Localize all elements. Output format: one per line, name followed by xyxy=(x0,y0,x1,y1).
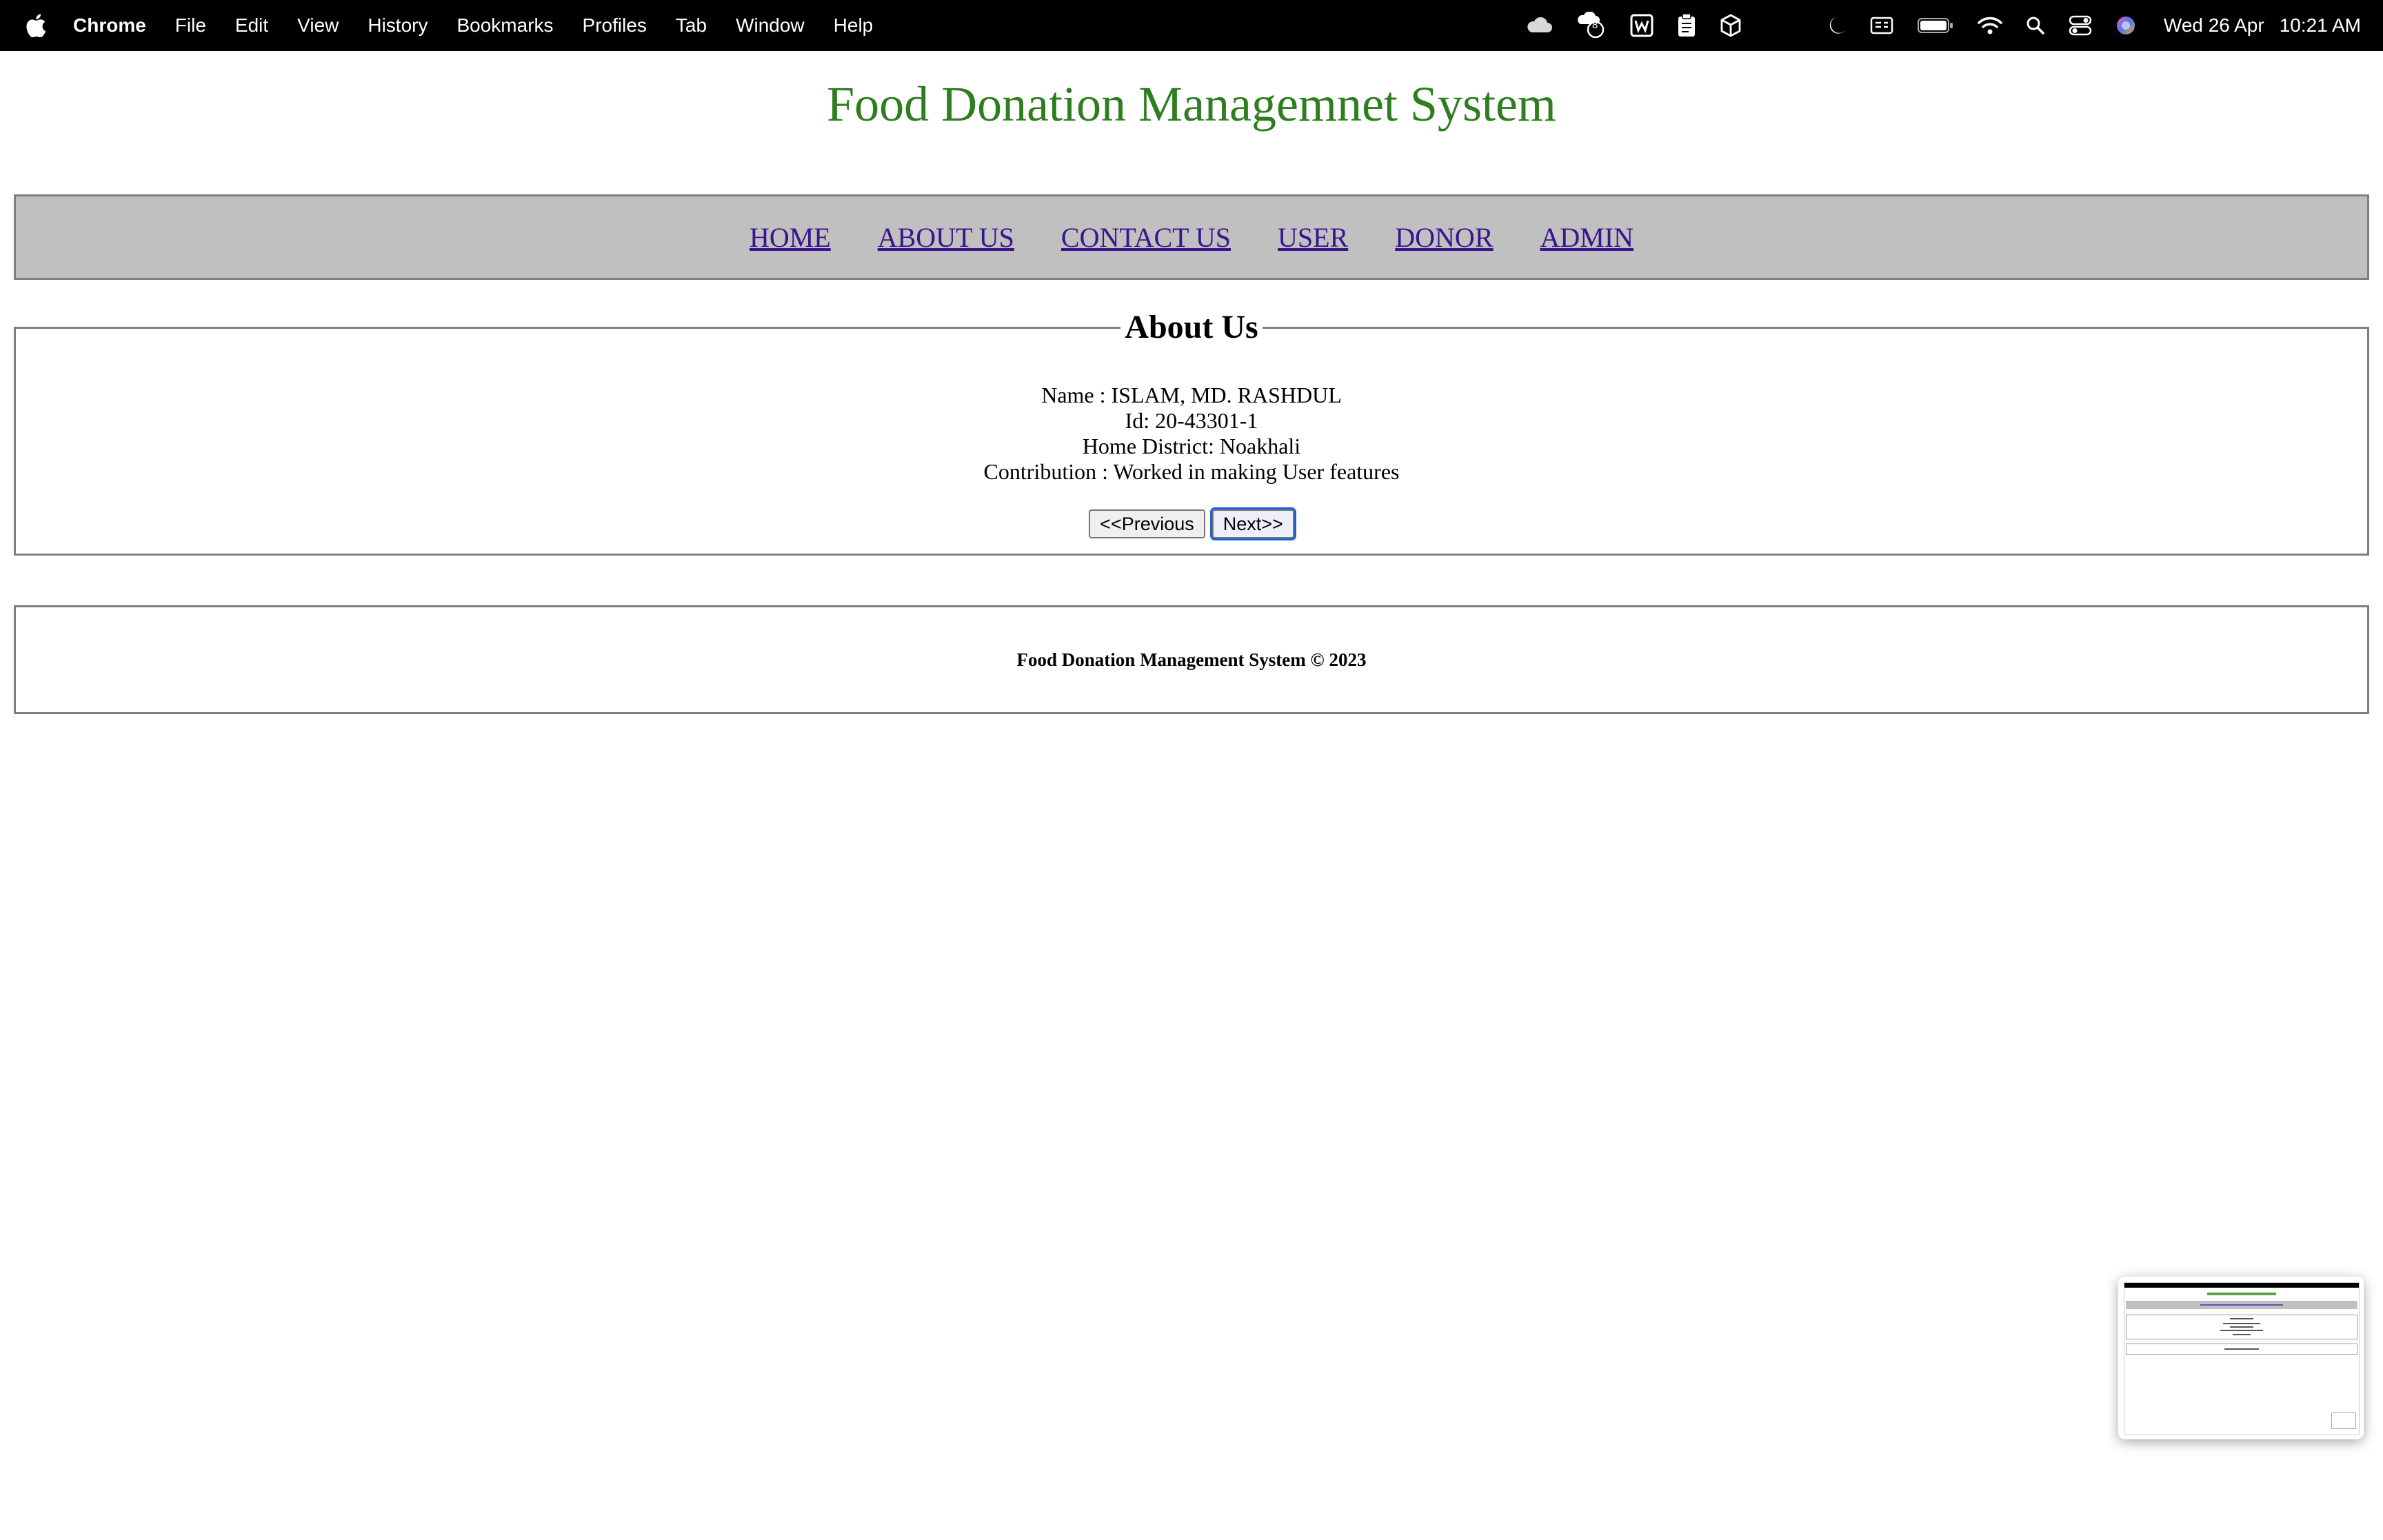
main-nav-bar: HOME ABOUT US CONTACT US USER DONOR ADMI… xyxy=(14,194,2369,280)
moon-icon[interactable] xyxy=(1827,0,1847,51)
thumbnail-image xyxy=(2124,1282,2360,1435)
display-icon[interactable] xyxy=(1870,0,1893,51)
menu-bar-right: 8 Wed 26 Apr 10:21 AM xyxy=(1502,0,2361,51)
word-icon[interactable] xyxy=(1630,0,1653,51)
battery-icon[interactable] xyxy=(1917,0,1954,51)
menu-profiles[interactable]: Profiles xyxy=(583,14,647,37)
nav-link-about-us[interactable]: ABOUT US xyxy=(878,221,1014,254)
next-button[interactable]: Next>> xyxy=(1209,507,1296,540)
pagination-buttons: <<Previous Next>> xyxy=(16,507,2367,540)
about-us-legend: About Us xyxy=(16,305,2367,349)
menu-app-name[interactable]: Chrome xyxy=(73,14,146,37)
about-us-fieldset: About Us Name : ISLAM, MD. RASHDUL Id: 2… xyxy=(14,309,2369,556)
screenshot-thumbnail-preview[interactable] xyxy=(2118,1277,2364,1439)
menu-bar-clock[interactable]: Wed 26 Apr 10:21 AM xyxy=(2164,14,2361,37)
nav-link-home[interactable]: HOME xyxy=(750,221,831,254)
menu-window[interactable]: Window xyxy=(736,14,805,37)
package-icon[interactable] xyxy=(1720,0,1742,51)
menu-help[interactable]: Help xyxy=(834,14,874,37)
about-us-heading: About Us xyxy=(1120,309,1263,345)
menu-view[interactable]: View xyxy=(297,14,339,37)
nav-link-user[interactable]: USER xyxy=(1278,221,1348,254)
clipboard-icon[interactable] xyxy=(1677,0,1696,51)
clock-time: 10:21 AM xyxy=(2279,14,2361,36)
notification-count: 8 xyxy=(1591,19,1598,31)
menu-bar-left: Chrome File Edit View History Bookmarks … xyxy=(25,0,902,51)
clock-date: Wed 26 Apr xyxy=(2163,14,2264,36)
control-center-icon[interactable] xyxy=(2069,0,2092,51)
previous-button[interactable]: <<Previous xyxy=(1089,509,1205,538)
member-id: Id: 20-43301-1 xyxy=(1125,408,1258,433)
menu-file[interactable]: File xyxy=(175,14,206,37)
spotlight-search-icon[interactable] xyxy=(2026,0,2045,51)
menu-tab[interactable]: Tab xyxy=(676,14,707,37)
member-details: Name : ISLAM, MD. RASHDUL Id: 20-43301-1… xyxy=(16,383,2367,485)
nav-link-contact-us[interactable]: CONTACT US xyxy=(1061,221,1231,254)
member-home-district: Home District: Noakhali xyxy=(1082,434,1301,458)
wifi-icon[interactable] xyxy=(1978,0,2002,51)
nav-link-donor[interactable]: DONOR xyxy=(1395,221,1493,254)
nav-link-admin[interactable]: ADMIN xyxy=(1540,221,1634,254)
menu-bookmarks[interactable]: Bookmarks xyxy=(456,14,553,37)
apple-logo-icon[interactable] xyxy=(25,13,47,38)
siri-icon[interactable] xyxy=(2115,0,2136,51)
footer-copyright: Food Donation Management System © 2023 xyxy=(1016,649,1367,670)
menu-history[interactable]: History xyxy=(368,14,428,37)
member-name: Name : ISLAM, MD. RASHDUL xyxy=(1041,383,1342,407)
member-contribution: Contribution : Worked in making User fea… xyxy=(983,459,1400,484)
page-title: Food Donation Managemnet System xyxy=(827,77,1556,132)
icloud-icon[interactable] xyxy=(1525,0,1553,51)
macos-menu-bar: Chrome File Edit View History Bookmarks … xyxy=(0,0,2383,51)
notification-badge-icon[interactable]: 8 xyxy=(1576,0,1607,51)
page-footer: Food Donation Management System © 2023 xyxy=(14,605,2369,714)
menu-edit[interactable]: Edit xyxy=(235,14,268,37)
